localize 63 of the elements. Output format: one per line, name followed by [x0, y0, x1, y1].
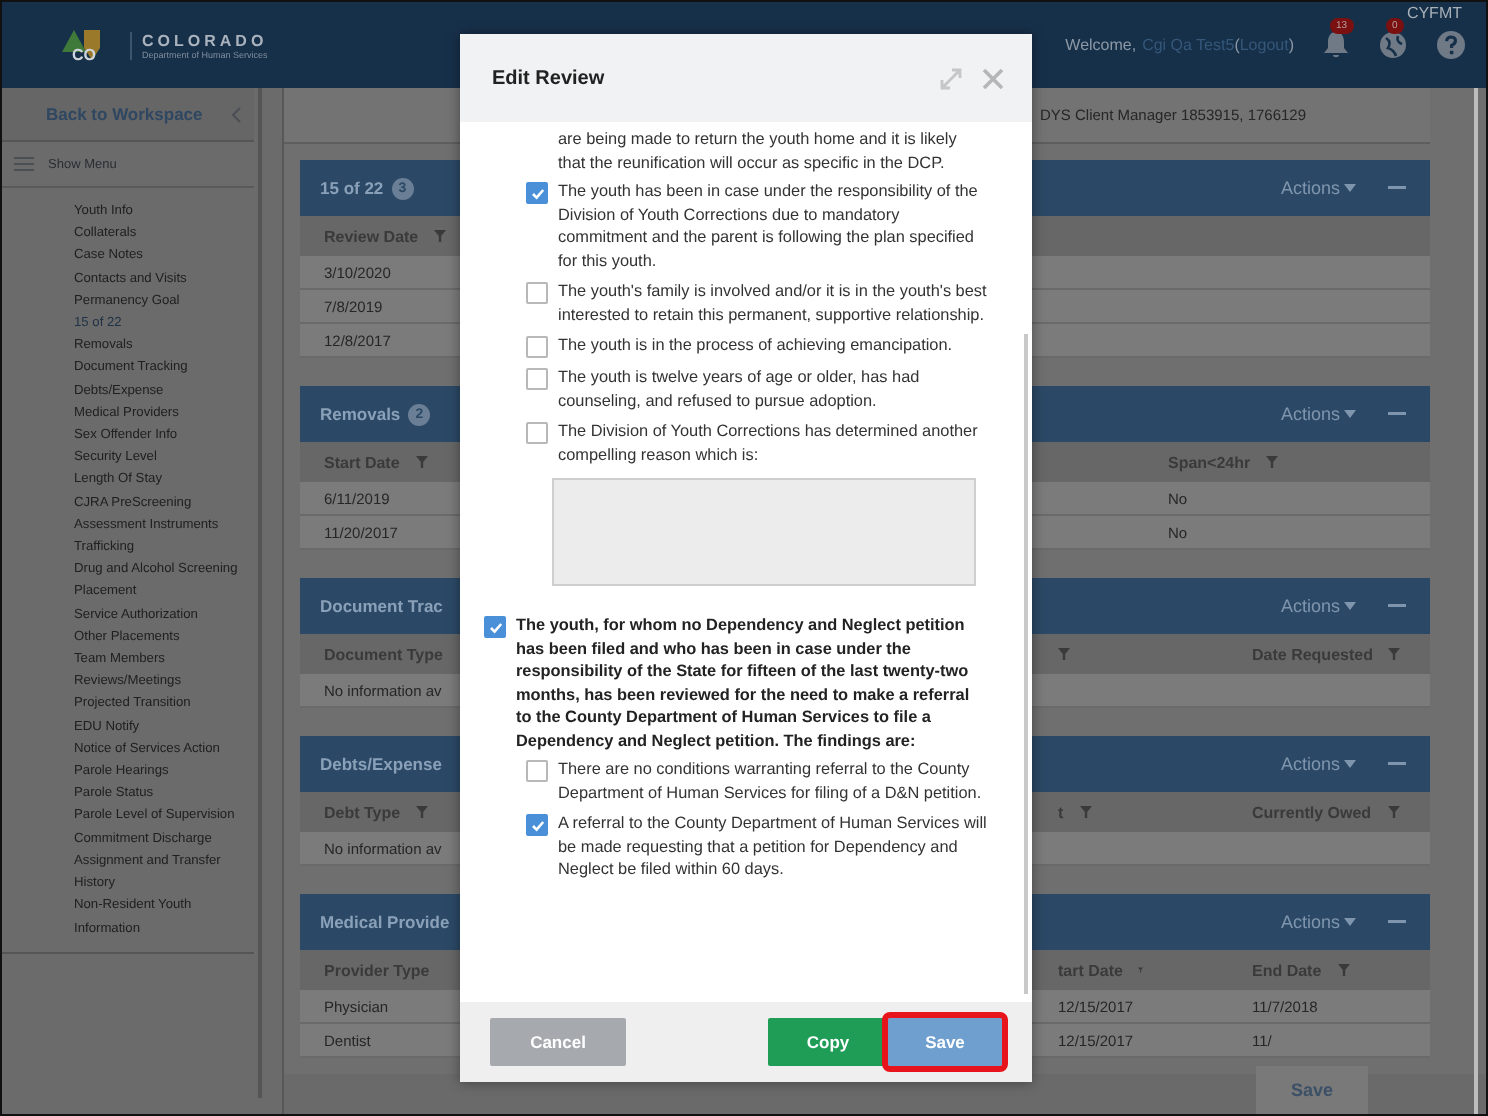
actions-dropdown[interactable]: Actions — [1280, 912, 1340, 932]
help-icon[interactable] — [1436, 30, 1466, 60]
checkbox[interactable] — [526, 814, 548, 836]
panel-title: Removals — [320, 404, 401, 424]
filter-icon[interactable] — [1337, 964, 1350, 976]
scrollbar[interactable] — [1024, 334, 1028, 994]
paragraph-text: are being made to return the youth home and it is likely that the reunification will occur as specific in the DCP. — [558, 128, 959, 174]
option-label: The youth, for whom no Dependency and Neglect petition has been filed and who has been in case under the responsibility of the State for fifteen of the last twenty-two months, has been reviewed for the need to make a referral to the County Department of Human Services to file a Dependency and Neglect petition. The findings are: — [516, 614, 972, 752]
expand-icon[interactable] — [940, 67, 962, 89]
globe-icon[interactable] — [1378, 30, 1408, 60]
checkbox[interactable] — [526, 422, 548, 444]
panel-title: Document Trac — [320, 596, 443, 616]
filter-icon[interactable] — [1387, 806, 1400, 818]
actions-dropdown[interactable]: Actions — [1280, 404, 1340, 424]
chevron-left-icon[interactable] — [230, 106, 242, 124]
caret-down-icon[interactable] — [1344, 409, 1356, 419]
paren-text: ) — [1288, 36, 1294, 54]
back-to-workspace-link[interactable]: Back to Workspace — [2, 88, 254, 142]
caret-down-icon[interactable] — [1344, 183, 1356, 193]
filter-icon[interactable] — [1058, 648, 1070, 660]
option-label: The youth's family is involved and/or it is in the youth's best interested to retain this permanent, supportive relationship. — [558, 280, 988, 326]
panel-title: Debts/Expense — [320, 754, 442, 774]
close-icon[interactable] — [982, 67, 1004, 89]
actions-dropdown[interactable]: Actions — [1280, 178, 1340, 198]
option-label: The youth is twelve years of age or older, has had counseling, and refused to pursue adoption. — [558, 366, 922, 412]
logo-title: COLORADO — [142, 31, 268, 49]
paren-text: ( — [1234, 36, 1240, 54]
checkbox[interactable] — [526, 182, 548, 204]
welcome-text: Welcome, — [1065, 36, 1137, 54]
panel-title: 15 of 22 — [320, 178, 384, 198]
reason-text-area[interactable] — [552, 478, 976, 586]
filter-icon[interactable] — [416, 806, 429, 818]
caret-down-icon[interactable] — [1344, 759, 1356, 769]
logo-text: CO — [72, 46, 96, 64]
app-label: CYFMT — [1406, 4, 1462, 22]
option-label: The Division of Youth Corrections has determined another compelling reason which is: — [558, 420, 980, 466]
checkbox[interactable] — [526, 336, 548, 358]
option-label: The youth has been in case under the responsibility of the Division of Youth Corrections due to mandatory commitment and the parent is following the plan specified for this youth. — [558, 180, 980, 272]
filter-icon[interactable] — [1079, 806, 1092, 818]
checkbox[interactable] — [526, 368, 548, 390]
copy-button[interactable]: Copy — [768, 1018, 888, 1066]
caret-down-icon[interactable] — [1344, 917, 1356, 927]
scrollbar[interactable] — [1474, 88, 1478, 1114]
filter-icon[interactable] — [1388, 648, 1401, 660]
caret-down-icon[interactable] — [1344, 601, 1356, 611]
bell-icon[interactable] — [1322, 30, 1350, 60]
filter-icon[interactable] — [434, 230, 447, 242]
filter-icon[interactable] — [415, 456, 428, 468]
checkbox[interactable] — [526, 760, 548, 782]
actions-dropdown[interactable]: Actions — [1280, 596, 1340, 616]
panel-title: Medical Provide — [320, 912, 450, 932]
menu-icon[interactable] — [14, 156, 34, 172]
option-label: The youth is in the process of achieving emancipation. — [558, 334, 953, 358]
checkbox[interactable] — [526, 282, 548, 304]
cancel-button[interactable]: Cancel — [490, 1018, 626, 1066]
filter-icon[interactable] — [1266, 456, 1279, 468]
checkbox[interactable] — [484, 616, 506, 638]
option-label: There are no conditions warranting referral to the County Department of Human Services for filing of a D&N petition. — [558, 758, 984, 804]
save-button[interactable]: Save — [888, 1018, 1002, 1066]
option-label: A referral to the County Department of Human Services will be made requesting that a petition for Dependency and Neglect be filed within 60 days. — [558, 812, 988, 881]
save-button[interactable]: Save — [1256, 1066, 1368, 1114]
actions-dropdown[interactable]: Actions — [1280, 754, 1340, 774]
dialog-title: Edit Review — [492, 67, 605, 89]
